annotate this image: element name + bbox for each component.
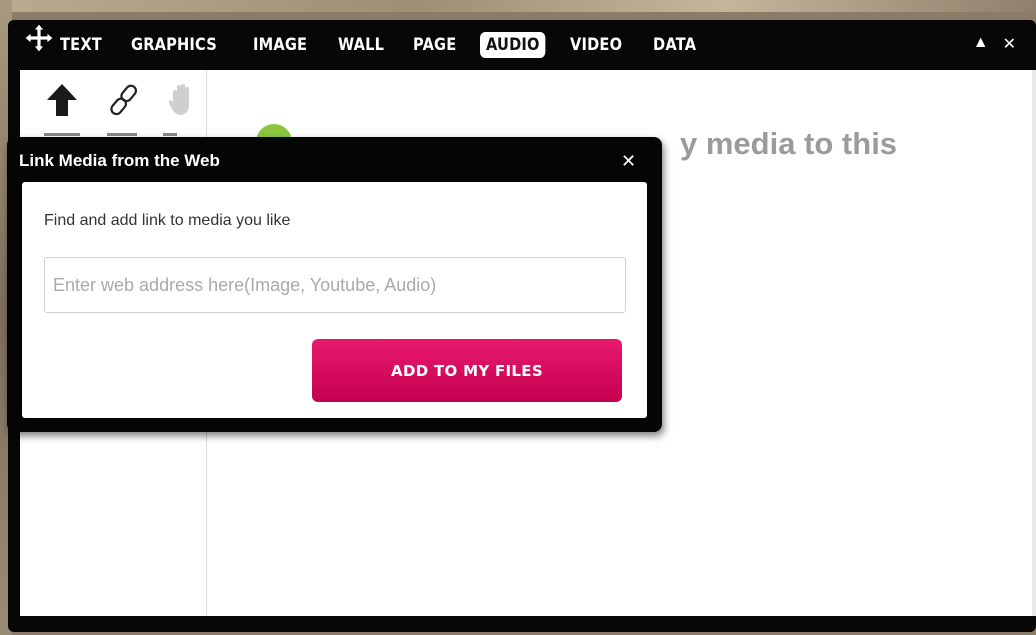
tab-page[interactable]: PAGE xyxy=(407,32,462,58)
minimize-button[interactable]: ▲ xyxy=(973,34,989,54)
window-controls: ▲ ✕ xyxy=(973,34,1016,54)
link-icon[interactable] xyxy=(106,82,142,118)
background-wall-top xyxy=(0,0,1036,12)
tab-bar: TEXT GRAPHICS IMAGE WALL PAGE AUDIO VIDE… xyxy=(54,32,719,58)
dialog-prompt: Find and add link to media you like xyxy=(44,212,291,229)
dialog-body: Find and add link to media you like ADD … xyxy=(22,182,647,418)
info-text: y media to this xyxy=(680,126,898,161)
tab-wall[interactable]: WALL xyxy=(332,32,390,58)
tab-graphics[interactable]: GRAPHICS xyxy=(125,32,223,58)
add-to-my-files-button[interactable]: ADD TO MY FILES xyxy=(312,339,622,402)
dialog-title: Link Media from the Web xyxy=(19,151,220,170)
tab-data[interactable]: DATA xyxy=(647,32,702,58)
upload-arrow-icon[interactable] xyxy=(44,82,80,118)
scrollbar[interactable] xyxy=(1032,70,1036,616)
link-media-dialog: Link Media from the Web ✕ Find and add l… xyxy=(7,137,662,432)
tab-video[interactable]: VIDEO xyxy=(564,32,628,58)
hand-icon[interactable] xyxy=(164,82,200,118)
tab-image[interactable]: IMAGE xyxy=(247,32,313,58)
tab-audio[interactable]: AUDIO xyxy=(479,32,546,58)
toolbar: TEXT GRAPHICS IMAGE WALL PAGE AUDIO VIDE… xyxy=(8,20,1036,70)
tab-text[interactable]: TEXT xyxy=(54,32,108,58)
web-address-input[interactable] xyxy=(44,257,626,313)
dialog-close-button[interactable]: ✕ xyxy=(621,151,636,172)
move-icon[interactable] xyxy=(24,23,54,53)
close-button[interactable]: ✕ xyxy=(1003,34,1016,54)
